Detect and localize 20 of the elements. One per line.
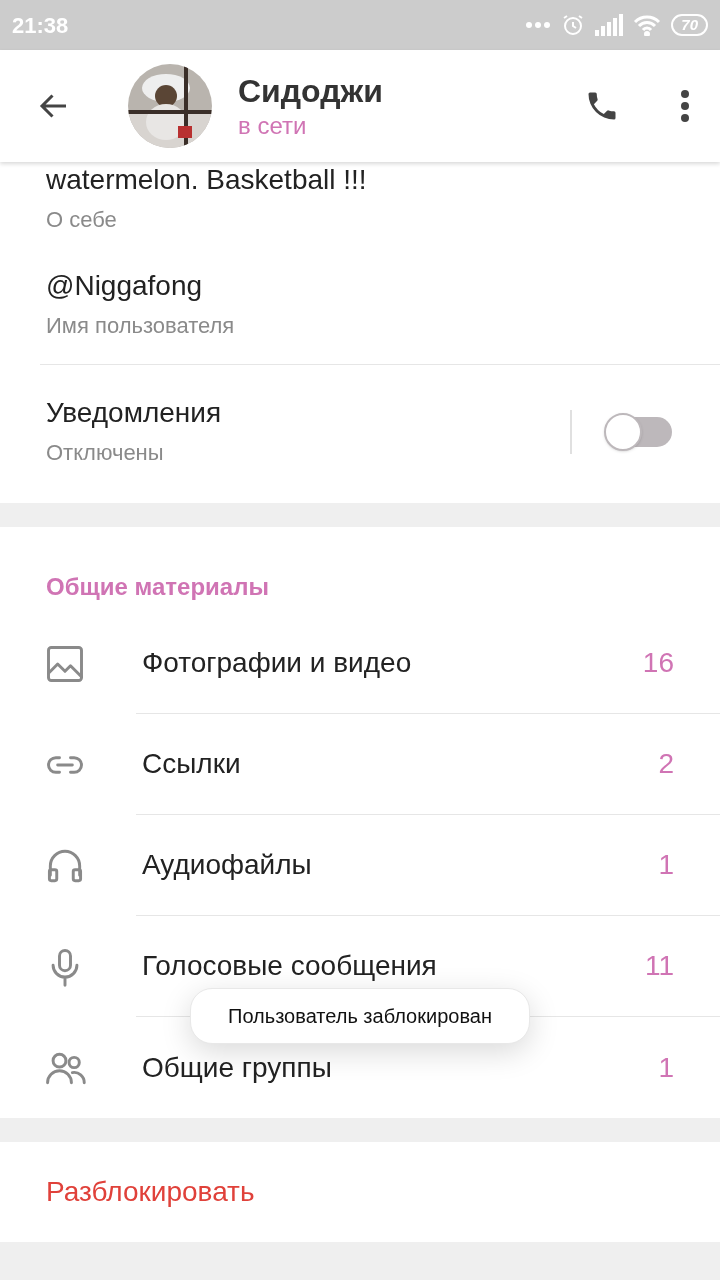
- row-label: Ссылки: [142, 747, 241, 781]
- row-label: Фотографии и видео: [142, 646, 412, 680]
- info-value: watermelon. Basketball !!!: [46, 163, 368, 197]
- row-label: Аудиофайлы: [142, 848, 312, 882]
- info-label: О себе: [46, 206, 118, 234]
- row-count: 2: [658, 747, 674, 781]
- row-count: 1: [658, 1050, 674, 1085]
- notifications-title: Уведомления: [46, 396, 222, 430]
- online-status: в сети: [238, 111, 308, 141]
- section-title: Общие материалы: [46, 573, 269, 600]
- row-count: 11: [644, 949, 674, 983]
- info-value: @Niggafong: [46, 269, 204, 303]
- row-label: Голосовые сообщения: [142, 949, 437, 983]
- notifications-status: Отключены: [46, 439, 165, 467]
- row-count: 1: [658, 848, 674, 882]
- contact-name: Сидоджи: [238, 72, 383, 111]
- row-count: 16: [642, 646, 674, 680]
- toast: Пользователь заблокирован: [190, 988, 530, 1044]
- row-label: Общие группы: [142, 1050, 332, 1085]
- info-label: Имя пользователя: [46, 312, 236, 340]
